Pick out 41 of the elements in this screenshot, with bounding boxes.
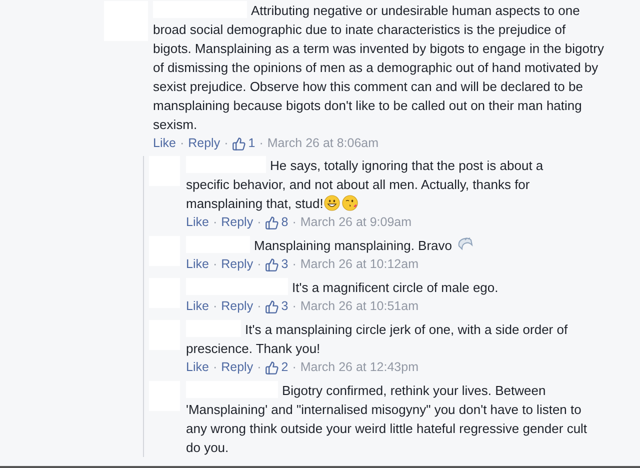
reply-link[interactable]: Reply bbox=[188, 134, 220, 153]
separator: · bbox=[180, 135, 184, 152]
like-link[interactable]: Like bbox=[186, 255, 209, 274]
separator: · bbox=[257, 359, 262, 376]
separator: · bbox=[257, 298, 262, 315]
separator: · bbox=[259, 135, 264, 152]
like-link[interactable]: Like bbox=[186, 297, 209, 316]
separator: · bbox=[292, 298, 296, 315]
reply-link[interactable]: Reply bbox=[221, 358, 254, 377]
like-count: 3 bbox=[281, 298, 288, 315]
comment-time: March 26 at 12:43pm bbox=[300, 359, 418, 376]
separator: · bbox=[257, 256, 262, 273]
comment-time: March 26 at 8:06am bbox=[267, 135, 379, 152]
separator: · bbox=[257, 214, 262, 231]
reply-link[interactable]: Reply bbox=[221, 213, 254, 232]
reply-link[interactable]: Reply bbox=[221, 255, 254, 274]
like-link[interactable]: Like bbox=[186, 213, 209, 232]
separator: · bbox=[292, 214, 296, 231]
separator: · bbox=[292, 359, 296, 376]
comment-time: March 26 at 10:51am bbox=[300, 298, 418, 315]
like-count: 8 bbox=[281, 214, 288, 231]
comment-time: March 26 at 10:12am bbox=[300, 256, 418, 273]
separator: · bbox=[224, 135, 228, 152]
separator: · bbox=[212, 298, 218, 315]
comment-text: He says, totally ignoring that the post is about a specific behavior, and not about all men. Actually, thanks for mansplaining that, stud! bbox=[186, 156, 544, 213]
comment-text: It's a magnificent circle of male ego. bbox=[186, 278, 588, 297]
comment-time: March 26 at 9:09am bbox=[300, 214, 412, 231]
separator: · bbox=[212, 214, 218, 231]
comment-text: Attributing negative or undesirable human aspects to one broad social demographic due to inate characteristics is the prejudice of bigots. Mansplaining as a term was invented by bigots to engage in the bigotry of dismissing the opinions of men as a demographic out of hand motivated by sexist prejudice. Observe how this comment can and will be declared to be mansplaining because bigots don't like to be called out on their man hating sexism. bbox=[153, 1, 605, 134]
comment-text: It's a mansplaining circle jerk of one, with a side order of prescience. Thank you! bbox=[186, 320, 569, 358]
reply-link[interactable]: Reply bbox=[221, 297, 254, 316]
separator: · bbox=[212, 359, 218, 376]
separator: · bbox=[292, 256, 296, 273]
like-link[interactable]: Like bbox=[186, 358, 209, 377]
separator: · bbox=[212, 256, 218, 273]
comment-text: Bigotry confirmed, rethink your lives. Between 'Mansplaining' and "internalised misogyny" you don't have to listen to any wrong think outside your weird little hateful regressive gender cult do you. bbox=[186, 381, 588, 457]
like-link[interactable]: Like bbox=[153, 134, 176, 153]
comment-text: Mansplaining mansplaining. Bravo bbox=[186, 236, 588, 255]
like-count: 1 bbox=[248, 135, 256, 152]
like-count: 3 bbox=[281, 256, 288, 273]
like-count: 2 bbox=[281, 359, 288, 376]
